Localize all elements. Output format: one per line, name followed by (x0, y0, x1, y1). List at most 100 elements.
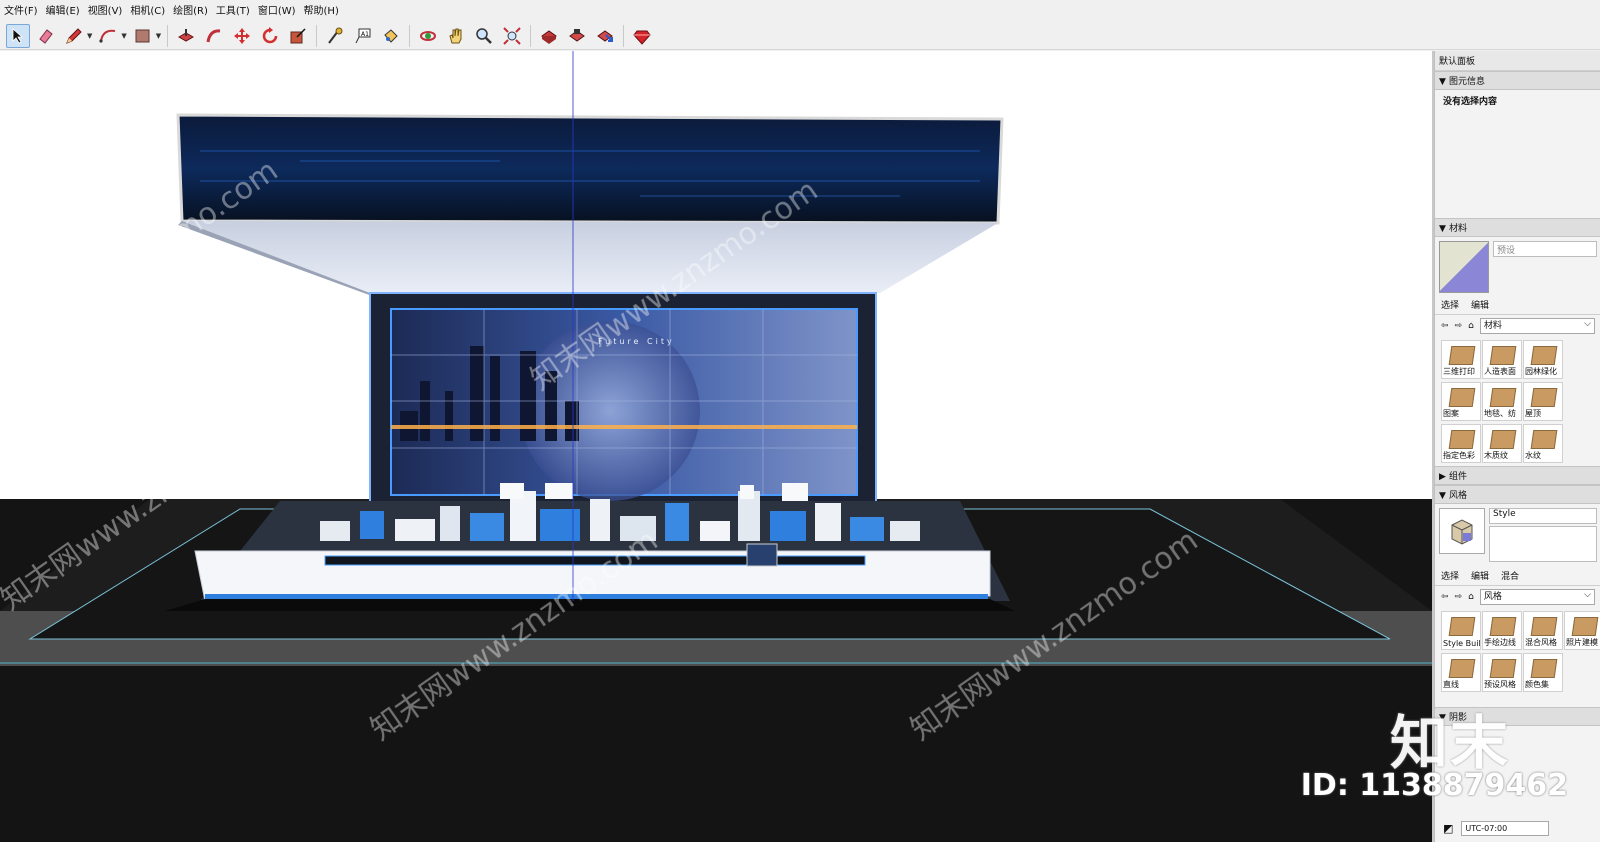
style-folder[interactable]: 颜色集 (1523, 653, 1563, 692)
material-folder[interactable]: 指定色彩 (1441, 424, 1481, 463)
select-icon[interactable] (6, 23, 30, 48)
material-folder[interactable]: 图案 (1441, 382, 1481, 421)
menu-file[interactable]: 文件(F) (0, 4, 42, 20)
toolbar-separator (530, 24, 532, 47)
components-header[interactable]: ▶ 组件 (1435, 466, 1600, 485)
paint-bucket-icon[interactable] (379, 24, 403, 48)
style-description-field[interactable] (1489, 526, 1597, 562)
materials-library-select[interactable]: 材料 (1479, 317, 1595, 334)
components-label: 组件 (1449, 472, 1468, 482)
forward-arrow-icon[interactable]: ⇨ (1455, 592, 1463, 602)
menu-view[interactable]: 视图(V) (84, 4, 127, 20)
materials-label: 材料 (1449, 224, 1468, 234)
folder-icon (1571, 617, 1599, 636)
material-folder[interactable]: 园林绿化 (1523, 340, 1563, 379)
material-name-field[interactable]: 预设 (1493, 241, 1597, 257)
materials-tabs: 选择 编辑 (1435, 295, 1600, 315)
panel-title: 默认面板 (1435, 51, 1600, 71)
material-folder[interactable]: 三维打印 (1441, 340, 1481, 379)
folder-icon (1448, 346, 1476, 365)
menu-edit[interactable]: 编辑(E) (42, 4, 84, 20)
menu-camera[interactable]: 相机(C) (126, 4, 169, 20)
folder-icon (1489, 617, 1517, 636)
style-cube-icon (1451, 519, 1473, 545)
folder-icon (1489, 388, 1517, 407)
home-icon[interactable]: ⌂ (1468, 592, 1474, 602)
timezone-select[interactable]: UTC-07:00 (1461, 821, 1550, 836)
menu-window[interactable]: 窗口(W) (254, 4, 300, 20)
back-arrow-icon[interactable]: ⇦ (1441, 321, 1449, 331)
menu-bar: 文件(F) 编辑(E) 视图(V) 相机(C) 绘图(R) 工具(T) 窗口(W… (0, 4, 1600, 20)
menu-draw[interactable]: 绘图(R) (169, 4, 212, 20)
menu-help[interactable]: 帮助(H) (300, 4, 343, 20)
styles-tabs: 选择 编辑 混合 (1435, 566, 1600, 586)
entity-info-empty: 没有选择内容 (1443, 97, 1498, 107)
folder-icon (1489, 346, 1517, 365)
style-folder[interactable]: 手绘边线 (1482, 611, 1522, 650)
ruby-icon[interactable] (630, 24, 654, 48)
material-swatch[interactable] (1439, 241, 1489, 293)
material-folder[interactable]: 人造表面 (1482, 340, 1522, 379)
styles-library-select[interactable]: 风格 (1479, 588, 1595, 605)
folder-icon (1530, 346, 1558, 365)
material-folder[interactable]: 屋顶 (1523, 382, 1563, 421)
push-pull-icon[interactable] (174, 24, 198, 48)
home-icon[interactable]: ⌂ (1468, 321, 1474, 331)
style-name-field[interactable]: Style (1489, 508, 1597, 524)
style-folder[interactable]: 预设风格 (1482, 653, 1522, 692)
styles-header[interactable]: ▼ 风格 (1435, 485, 1600, 504)
warehouse-icon[interactable] (537, 24, 561, 48)
style-thumbnail[interactable] (1439, 508, 1485, 554)
model-viewport[interactable]: Future City 知末网www.znzmo.com 知末网www.znzm… (0, 51, 1434, 842)
style-folder[interactable]: 混合风格 (1523, 611, 1563, 650)
extension-warehouse-icon[interactable] (565, 24, 589, 48)
material-folder[interactable]: 木质纹 (1482, 424, 1522, 463)
materials-grid: 三维打印 人造表面 园林绿化 图案 地毯、纺 屋顶 指定色彩 木质纹 水纹 (1435, 337, 1600, 466)
style-folder[interactable]: 照片建模 (1564, 611, 1600, 650)
rotate-icon[interactable] (258, 24, 282, 48)
tape-measure-icon[interactable] (323, 24, 347, 48)
expand-arrow-icon: ▶ (1439, 472, 1446, 482)
follow-me-icon[interactable] (202, 24, 226, 48)
folder-icon (1489, 659, 1517, 678)
pencil-dropdown-icon[interactable]: ▼ (87, 32, 92, 40)
toolbar-separator (623, 24, 625, 47)
styles-label: 风格 (1449, 491, 1468, 501)
ceiling-box (176, 113, 1004, 225)
move-icon[interactable] (230, 24, 254, 48)
tab-materials-select[interactable]: 选择 (1441, 298, 1459, 311)
pan-icon[interactable] (444, 24, 468, 48)
style-folder[interactable]: Style Buil (1441, 611, 1481, 650)
arc-icon[interactable] (96, 24, 120, 48)
materials-header[interactable]: ▼ 材料 (1435, 218, 1600, 237)
material-folder[interactable]: 水纹 (1523, 424, 1563, 463)
zoom-extents-icon[interactable] (500, 24, 524, 48)
menu-tools[interactable]: 工具(T) (212, 4, 254, 20)
arc-dropdown-icon[interactable]: ▼ (121, 32, 126, 40)
timezone-row: ◩ UTC-07:00 (1435, 821, 1600, 836)
main-toolbar: ▼ ▼ ▼ A1 (0, 22, 1600, 50)
orbit-icon[interactable] (416, 24, 440, 48)
zoom-icon[interactable] (472, 24, 496, 48)
tab-materials-edit[interactable]: 编辑 (1471, 298, 1489, 311)
entity-info-header[interactable]: ▼ 图元信息 (1435, 71, 1600, 90)
rectangle-dropdown-icon[interactable]: ▼ (156, 32, 161, 40)
text-icon[interactable]: A1 (351, 24, 375, 48)
back-arrow-icon[interactable]: ⇦ (1441, 592, 1449, 602)
control-tablet (746, 543, 778, 567)
rectangle-icon[interactable] (131, 24, 155, 48)
style-folder[interactable]: 直线 (1441, 653, 1481, 692)
watermark-id: ID: 1138879462 (1300, 768, 1568, 803)
scale-icon[interactable] (286, 24, 310, 48)
styles-nav: ⇦ ⇨ ⌂ 风格 (1435, 586, 1600, 608)
forward-arrow-icon[interactable]: ⇨ (1455, 321, 1463, 331)
pencil-icon[interactable] (62, 24, 86, 48)
share-model-icon[interactable] (593, 24, 617, 48)
shadow-toggle-icon[interactable]: ◩ (1443, 822, 1453, 835)
tab-styles-select[interactable]: 选择 (1441, 569, 1459, 582)
eraser-icon[interactable] (34, 24, 58, 48)
tab-styles-edit[interactable]: 编辑 (1471, 569, 1489, 582)
material-folder[interactable]: 地毯、纺 (1482, 382, 1522, 421)
tab-styles-mix[interactable]: 混合 (1501, 569, 1519, 582)
svg-text:知末网www.znzmo.com: 知末网www.znzmo.com (0, 153, 284, 378)
